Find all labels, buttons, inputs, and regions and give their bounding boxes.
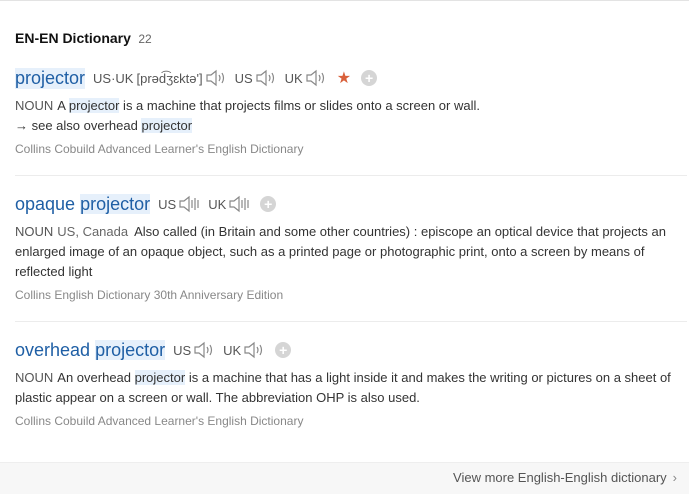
top-divider xyxy=(0,0,689,1)
headword-highlight: projector xyxy=(80,193,151,214)
pronunciation-us: US xyxy=(173,341,215,359)
star-icon[interactable]: ★ xyxy=(337,68,351,88)
definition: NOUN A projector is a machine that projec… xyxy=(15,96,687,116)
see-also: → see also overhead projector xyxy=(15,116,687,136)
def-highlight: projector xyxy=(68,98,120,113)
speaker-icon[interactable] xyxy=(228,195,250,213)
view-more-link[interactable]: View more English-English dictionary › xyxy=(453,470,677,485)
footer-bar: View more English-English dictionary › xyxy=(0,462,689,494)
speaker-icon[interactable] xyxy=(178,195,200,213)
definition: NOUN An overhead projector is a machine t… xyxy=(15,368,687,408)
def-text-after: is a machine that projects films or slid… xyxy=(119,98,480,113)
pronunciation-uk: UK xyxy=(208,195,250,213)
view-more-label: View more English-English dictionary xyxy=(453,470,667,485)
source: Collins Cobuild Advanced Learner's Engli… xyxy=(15,414,304,428)
speaker-icon[interactable] xyxy=(243,341,265,359)
part-of-speech: NOUN xyxy=(15,98,54,113)
entry-opaque-projector: opaque projector US UK + NOUN US, Canada A… xyxy=(15,192,687,302)
part-of-speech: NOUN xyxy=(15,224,54,239)
pronunciation-uk: UK xyxy=(223,341,265,359)
def-text-before: An overhead xyxy=(57,370,135,385)
definition: NOUN US, Canada Also called (in Britain an… xyxy=(15,222,687,282)
pron-us-label: US xyxy=(234,70,253,86)
see-also-highlight[interactable]: projector xyxy=(141,118,193,133)
headword[interactable]: opaque projector xyxy=(15,193,151,215)
ipa: [prəd͡ʒɛktə'] xyxy=(136,70,203,86)
speaker-icon[interactable] xyxy=(193,341,215,359)
headword[interactable]: projector xyxy=(15,67,86,89)
result-count: 22 xyxy=(138,32,152,46)
chevron-right-icon: › xyxy=(672,470,677,485)
part-of-speech: NOUN xyxy=(15,370,54,385)
pron-uk-label: UK xyxy=(284,70,303,86)
headword-part: opaque xyxy=(15,193,76,214)
pron-uk-label: UK xyxy=(223,342,242,358)
headword-part: overhead xyxy=(15,339,91,360)
pron-label: US·UK xyxy=(93,70,134,86)
source: Collins Cobuild Advanced Learner's Engli… xyxy=(15,142,304,156)
source: Collins English Dictionary 30th Annivers… xyxy=(15,288,284,302)
pron-us-label: US xyxy=(158,196,177,212)
add-icon[interactable]: + xyxy=(275,342,292,358)
dictionary-header: EN-EN Dictionary 22 xyxy=(15,30,152,48)
region-label: US, Canada xyxy=(57,224,129,239)
entry-overhead-projector: overhead projector US UK + NOUN An overhe… xyxy=(15,338,687,428)
speaker-icon[interactable] xyxy=(255,69,277,87)
speaker-icon[interactable] xyxy=(305,69,327,87)
pron-uk-label: UK xyxy=(208,196,227,212)
speaker-icon[interactable] xyxy=(205,69,227,87)
dictionary-title: EN-EN Dictionary xyxy=(15,30,131,46)
pronunciation-uk: UK xyxy=(285,69,327,87)
headword[interactable]: overhead projector xyxy=(15,339,166,361)
pron-us-label: US xyxy=(173,342,192,358)
entry-divider xyxy=(15,175,687,176)
add-icon[interactable]: + xyxy=(260,196,277,212)
pronunciation-us: US xyxy=(158,195,200,213)
def-text-before: A xyxy=(57,98,69,113)
headword-highlight: projector xyxy=(95,339,166,360)
entry-divider xyxy=(15,321,687,322)
def-highlight: projector xyxy=(134,370,186,385)
see-also-prefix: → see also overhead xyxy=(15,118,142,133)
pronunciation-us-uk: US·UK [prəd͡ʒɛktə'] xyxy=(93,69,227,87)
pronunciation-us: US xyxy=(235,69,277,87)
entry-projector: projector US·UK [prəd͡ʒɛktə'] US UK ★ + … xyxy=(15,66,687,156)
add-icon[interactable]: + xyxy=(361,70,378,86)
